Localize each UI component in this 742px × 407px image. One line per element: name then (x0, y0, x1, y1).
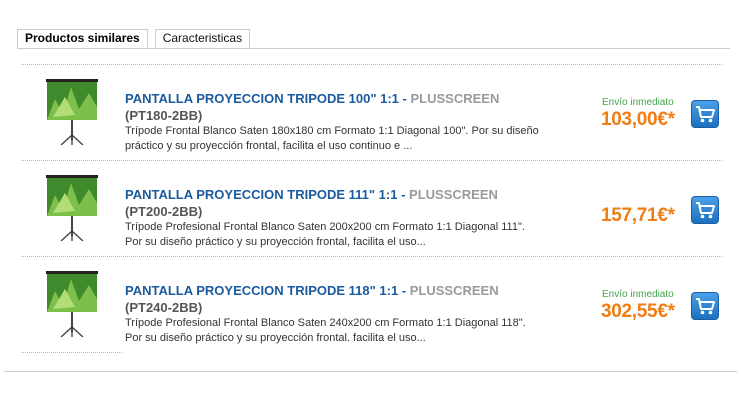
product-list: PANTALLA PROYECCION TRIPODE 100" 1:1 - P… (21, 64, 722, 352)
product-price: 157,71€* (601, 205, 675, 226)
product-item: PANTALLA PROYECCION TRIPODE 100" 1:1 - P… (21, 65, 722, 160)
product-brand: PLUSSCREEN (409, 283, 499, 298)
product-name: PANTALLA PROYECCION TRIPODE 118" 1:1 (125, 283, 399, 298)
product-description: Trípode Profesional Frontal Blanco Saten… (125, 221, 525, 248)
tab-features[interactable]: Caracteristicas (154, 29, 251, 48)
product-reference: (PT200-2BB) (125, 204, 203, 219)
product-title-link[interactable]: PANTALLA PROYECCION TRIPODE 118" 1:1 - P… (125, 283, 499, 298)
add-to-cart-button[interactable] (691, 292, 719, 320)
title-separator: - (397, 187, 410, 202)
product-reference: (PT180-2BB) (125, 108, 203, 123)
shipping-status: Envío inmediato (602, 97, 674, 108)
product-brand: PLUSSCREEN (409, 187, 498, 202)
tab-divider (17, 48, 730, 49)
shopping-cart-icon (696, 298, 715, 315)
product-price: 302,55€* (601, 301, 675, 322)
product-title-link[interactable]: PANTALLA PROYECCION TRIPODE 100" 1:1 - P… (125, 91, 499, 106)
product-name: PANTALLA PROYECCION TRIPODE 100" 1:1 (125, 91, 399, 106)
product-title-link[interactable]: PANTALLA PROYECCION TRIPODE 111" 1:1 - P… (125, 187, 498, 202)
add-to-cart-button[interactable] (691, 196, 719, 224)
title-separator: - (398, 283, 410, 298)
product-name: PANTALLA PROYECCION TRIPODE 111" 1:1 (125, 187, 398, 202)
shopping-cart-icon (696, 106, 715, 123)
product-reference: (PT240-2BB) (125, 300, 203, 315)
section-bottom-border (4, 371, 737, 372)
product-description: Trípode Frontal Blanco Saten 180x180 cm … (125, 125, 539, 152)
add-to-cart-button[interactable] (691, 100, 719, 128)
product-price: 103,00€* (601, 109, 675, 130)
list-end-divider (21, 352, 122, 353)
product-item: PANTALLA PROYECCION TRIPODE 118" 1:1 - P… (21, 257, 722, 352)
projector-screen-image[interactable] (45, 271, 99, 337)
tab-bar: Productos similares Caracteristicas (17, 29, 257, 48)
product-description: Trípode Profesional Frontal Blanco Saten… (125, 317, 526, 344)
shipping-status: Envío inmediato (602, 289, 674, 300)
tab-similar-products[interactable]: Productos similares (17, 29, 148, 48)
title-separator: - (398, 91, 411, 106)
product-brand: PLUSSCREEN (410, 91, 500, 106)
shopping-cart-icon (696, 202, 715, 219)
product-item: PANTALLA PROYECCION TRIPODE 111" 1:1 - P… (21, 161, 722, 256)
projector-screen-image[interactable] (45, 175, 99, 241)
projector-screen-image[interactable] (45, 79, 99, 145)
